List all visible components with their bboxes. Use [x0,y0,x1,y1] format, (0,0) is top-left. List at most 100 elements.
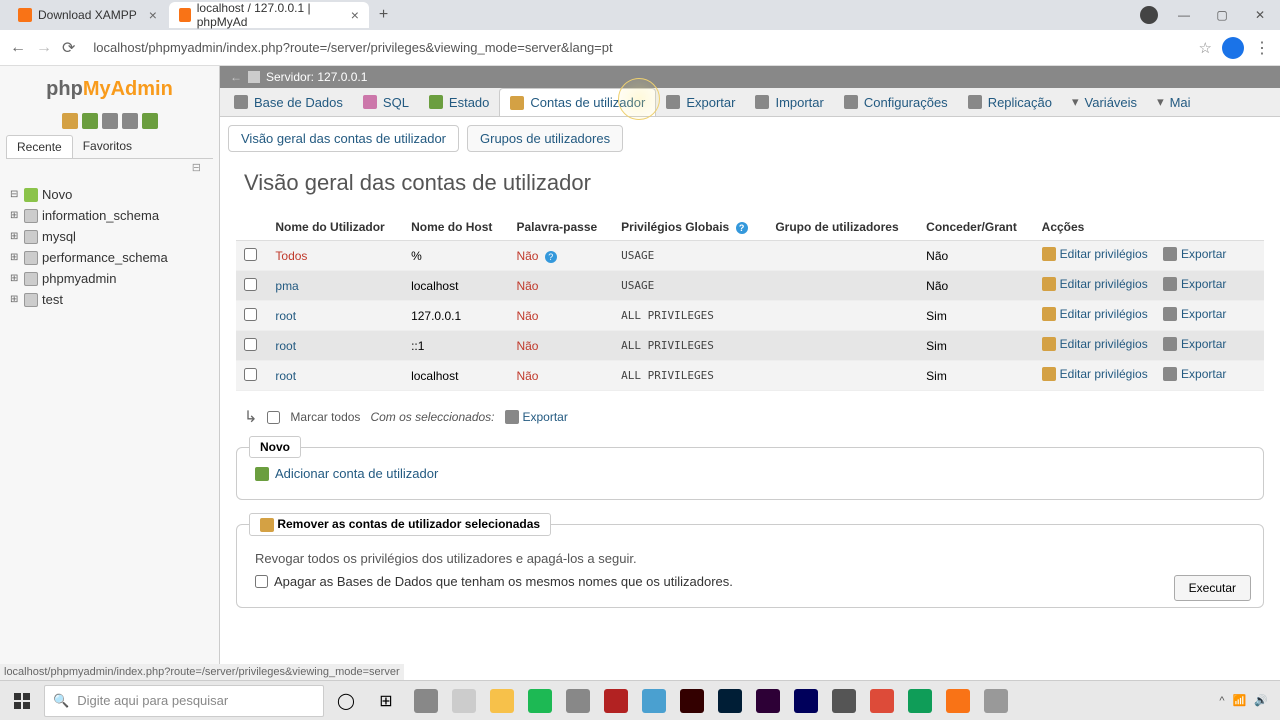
all-users-link[interactable]: Todos [275,249,307,263]
browser-tab[interactable]: localhost / 127.0.0.1 | phpMyAd × [169,2,369,28]
username-link[interactable]: root [275,309,296,323]
taskbar-app[interactable] [712,683,748,719]
subtab-groups[interactable]: Grupos de utilizadores [467,125,623,152]
export-link[interactable]: Exportar [1163,307,1226,321]
menu-icon[interactable]: ⋮ [1254,38,1270,58]
search-input[interactable]: 🔍 Digite aqui para pesquisar [44,685,324,717]
tab-users[interactable]: Contas de utilizador [499,88,656,116]
tree-new[interactable]: ⊟Novo [6,184,213,205]
taskbar-app[interactable] [522,683,558,719]
check-all-label[interactable]: Marcar todos [290,410,360,424]
taskbar-app[interactable] [408,683,444,719]
taskbar-app[interactable] [446,683,482,719]
host-cell: % [403,241,508,271]
taskbar-app[interactable] [788,683,824,719]
tree-db[interactable]: ⊞mysql [6,226,213,247]
tree-db[interactable]: ⊞phpmyadmin [6,268,213,289]
phpmyadmin-logo[interactable]: phpMyAdmin [6,72,213,107]
tab-export[interactable]: Exportar [656,88,745,116]
taskview-icon[interactable]: ◯ [328,683,364,719]
taskbar-app[interactable] [902,683,938,719]
taskbar-app[interactable] [674,683,710,719]
export-link[interactable]: Exportar [1163,337,1226,351]
cortana-icon[interactable]: ⊞ [368,683,404,719]
username-link[interactable]: pma [275,279,298,293]
url-bar[interactable]: localhost/phpmyadmin/index.php?route=/se… [85,36,1188,59]
help-icon[interactable]: ? [545,251,557,263]
forward-button[interactable]: → [36,39,52,57]
taskbar-app[interactable] [940,683,976,719]
tree-label: performance_schema [42,250,168,265]
new-tab-button[interactable]: + [371,6,396,24]
tab-more[interactable]: ▾Mai [1147,88,1200,116]
subtab-overview[interactable]: Visão geral das contas de utilizador [228,125,459,152]
edit-privileges-link[interactable]: Editar privilégios [1042,247,1148,261]
taskbar-app[interactable] [978,683,1014,719]
edit-privileges-link[interactable]: Editar privilégios [1042,367,1148,381]
sidebar-tab-recent[interactable]: Recente [6,135,73,158]
execute-button[interactable]: Executar [1174,575,1251,601]
back-button[interactable]: ← [10,39,26,57]
tab-sql[interactable]: SQL [353,88,419,116]
home-icon[interactable] [62,113,78,129]
row-checkbox[interactable] [244,338,257,351]
user-avatar[interactable] [1222,37,1244,59]
remove-user-fieldset: Remover as contas de utilizador selecion… [236,524,1264,608]
col-host: Nome do Host [403,214,508,241]
close-icon[interactable]: × [149,7,157,23]
help-icon[interactable]: ? [736,222,748,234]
taskbar-app[interactable] [864,683,900,719]
collapse-icon[interactable]: ⊟ [6,159,213,176]
taskbar-app[interactable] [560,683,596,719]
settings-icon[interactable] [122,113,138,129]
edit-privileges-link[interactable]: Editar privilégios [1042,307,1148,321]
start-button[interactable] [4,683,40,719]
add-user-link[interactable]: Adicionar conta de utilizador [255,466,1245,481]
reload-icon[interactable] [142,113,158,129]
tray-up-icon[interactable]: ^ [1219,695,1224,707]
row-checkbox[interactable] [244,278,257,291]
edit-privileges-link[interactable]: Editar privilégios [1042,277,1148,291]
docs-icon[interactable] [102,113,118,129]
tab-variables[interactable]: ▾Variáveis [1062,88,1147,116]
close-icon[interactable]: × [351,7,359,23]
drop-db-checkbox[interactable] [255,575,268,588]
export-link[interactable]: Exportar [1163,277,1226,291]
tree-db[interactable]: ⊞information_schema [6,205,213,226]
export-link[interactable]: Exportar [1163,247,1226,261]
row-checkbox[interactable] [244,308,257,321]
sidebar-tab-favorites[interactable]: Favoritos [73,135,142,158]
logout-icon[interactable] [82,113,98,129]
tab-status[interactable]: Estado [419,88,499,116]
browser-tab[interactable]: Download XAMPP × [8,2,167,28]
system-tray[interactable]: ^ 📶 🔊 [1219,694,1276,707]
taskbar-app[interactable] [484,683,520,719]
reload-button[interactable]: ⟳ [62,38,75,58]
profile-icon[interactable] [1140,6,1158,24]
tray-wifi-icon[interactable]: 📶 [1233,694,1247,707]
username-link[interactable]: root [275,339,296,353]
check-all[interactable] [267,411,280,424]
taskbar-app[interactable] [826,683,862,719]
tree-db[interactable]: ⊞performance_schema [6,247,213,268]
username-link[interactable]: root [275,369,296,383]
tab-settings[interactable]: Configurações [834,88,958,116]
taskbar-app[interactable] [750,683,786,719]
tab-databases[interactable]: Base de Dados [224,88,353,116]
taskbar-app[interactable] [598,683,634,719]
export-link[interactable]: Exportar [1163,367,1226,381]
tray-sound-icon[interactable]: 🔊 [1254,694,1268,707]
edit-privileges-link[interactable]: Editar privilégios [1042,337,1148,351]
row-checkbox[interactable] [244,368,257,381]
bookmark-icon[interactable]: ☆ [1199,39,1212,57]
tab-replication[interactable]: Replicação [958,88,1062,116]
minimize-icon[interactable]: — [1172,3,1196,27]
export-selected[interactable]: Exportar [505,410,568,424]
tree-db[interactable]: ⊞test [6,289,213,310]
maximize-icon[interactable]: ▢ [1210,3,1234,27]
close-window-icon[interactable]: ✕ [1248,3,1272,27]
row-checkbox[interactable] [244,248,257,261]
tab-import[interactable]: Importar [745,88,833,116]
taskbar-app[interactable] [636,683,672,719]
main-tabs: Base de Dados SQL Estado Contas de utili… [220,88,1280,117]
